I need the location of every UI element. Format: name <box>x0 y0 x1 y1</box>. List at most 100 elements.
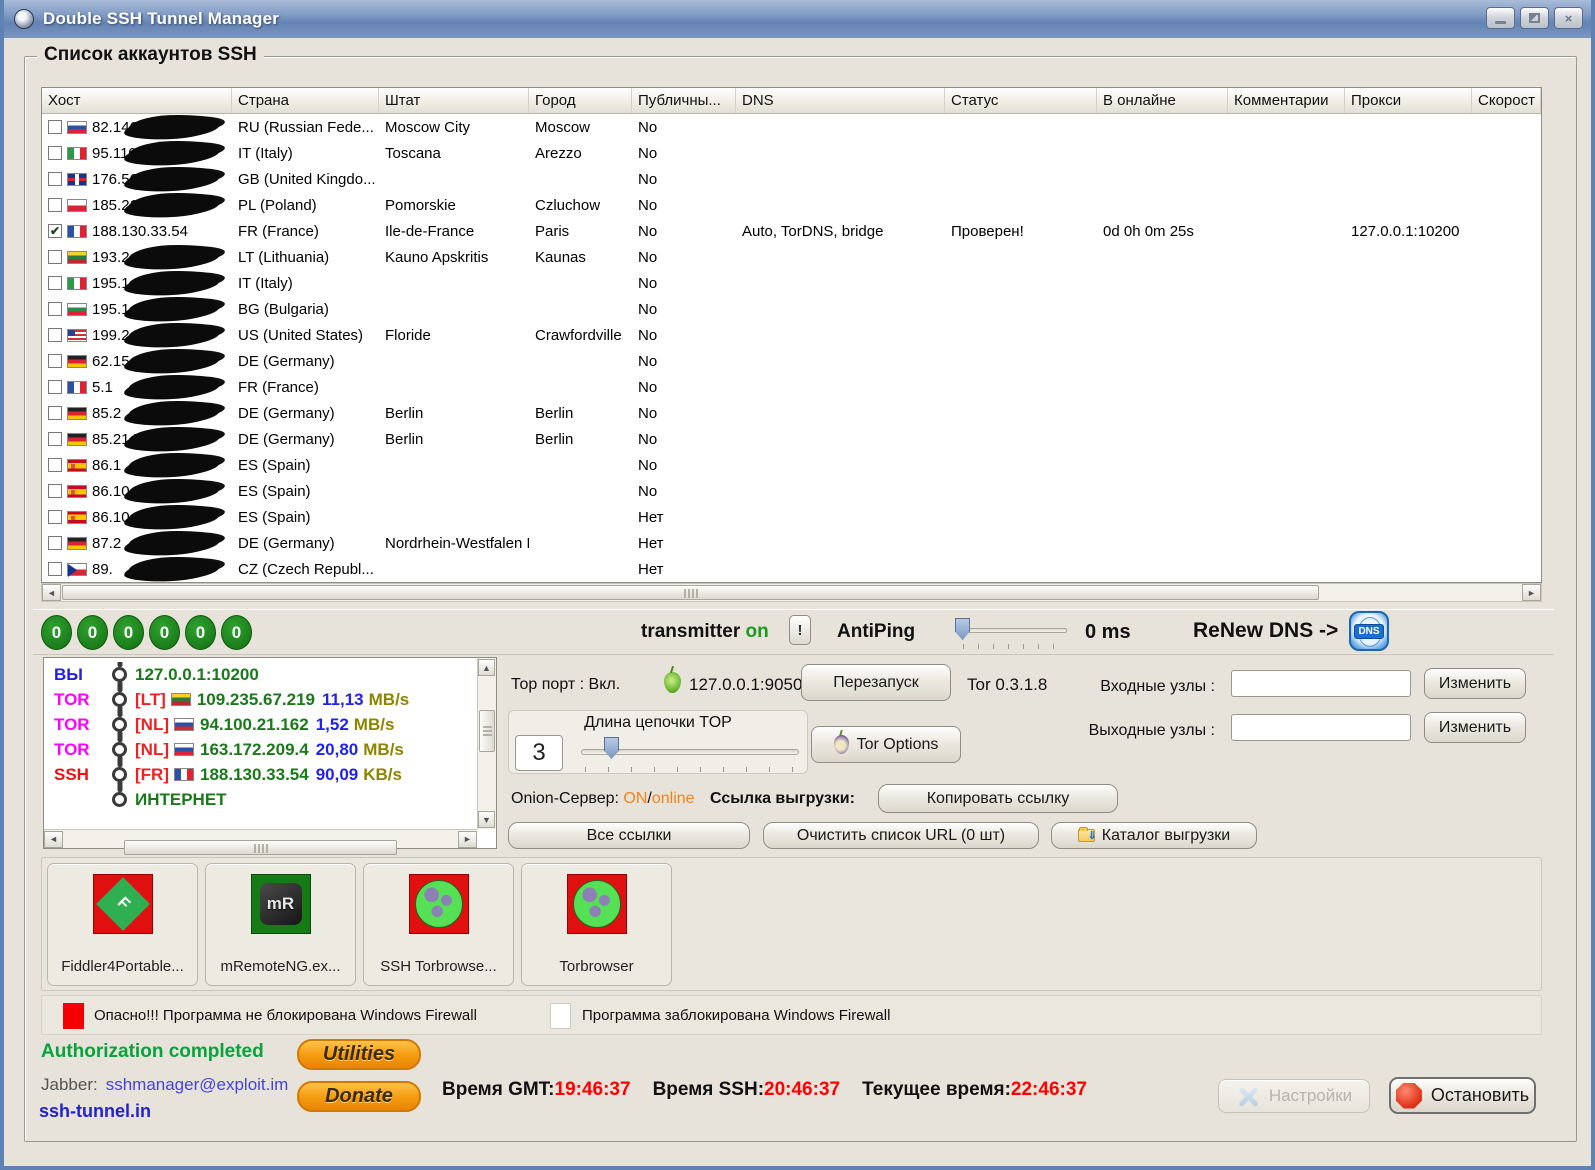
antiping-slider[interactable] <box>949 612 1069 652</box>
chain-hscroll-thumb[interactable] <box>124 840 397 855</box>
account-row[interactable]: ✔ 86.10 ES (Spain) Нет <box>42 504 1541 530</box>
column-header-state[interactable]: Штат <box>379 88 529 113</box>
cell-proxy <box>1345 452 1472 478</box>
row-checkbox[interactable]: ✔ <box>48 224 62 238</box>
row-checkbox[interactable]: ✔ <box>48 328 62 342</box>
entry-nodes-input[interactable] <box>1231 670 1411 697</box>
account-row[interactable]: ✔ 176.56 GB (United Kingdo... No <box>42 166 1541 192</box>
row-checkbox[interactable]: ✔ <box>48 146 62 160</box>
account-row[interactable]: ✔ 195.1 IT (Italy) No <box>42 270 1541 296</box>
exit-nodes-input[interactable] <box>1231 714 1411 741</box>
account-row[interactable]: ✔ 5.1 FR (France) No <box>42 374 1541 400</box>
row-checkbox[interactable]: ✔ <box>48 354 62 368</box>
account-row[interactable]: ✔ 188.130.33.54 FR (France) Ile-de-Franc… <box>42 218 1541 244</box>
row-checkbox[interactable]: ✔ <box>48 120 62 134</box>
column-header-speed[interactable]: Скорост <box>1472 88 1541 113</box>
cell-online <box>1097 426 1228 452</box>
row-checkbox[interactable]: ✔ <box>48 510 62 524</box>
account-row[interactable]: ✔ 86.10 ES (Spain) No <box>42 478 1541 504</box>
row-checkbox[interactable]: ✔ <box>48 536 62 550</box>
jabber-address-link[interactable]: sshmanager@exploit.im <box>106 1075 289 1094</box>
scroll-left-arrow[interactable]: ◄ <box>42 584 61 601</box>
app-tile[interactable]: Fiddler4Portable... <box>47 863 198 986</box>
account-row[interactable]: ✔ 193.2 LT (Lithuania) Kauno Apskritis K… <box>42 244 1541 270</box>
column-header-public[interactable]: Публичны... <box>632 88 736 113</box>
chain-vscroll-thumb[interactable] <box>479 710 495 752</box>
row-checkbox[interactable]: ✔ <box>48 276 62 290</box>
cell-country: RU (Russian Fede... <box>232 114 379 140</box>
row-checkbox[interactable]: ✔ <box>48 458 62 472</box>
row-checkbox[interactable]: ✔ <box>48 198 62 212</box>
column-header-proxy[interactable]: Прокси <box>1345 88 1472 113</box>
account-row[interactable]: ✔ 87.2 DE (Germany) Nordrhein-Westfalen … <box>42 530 1541 556</box>
column-header-dns[interactable]: DNS <box>736 88 945 113</box>
close-button[interactable]: × <box>1554 7 1583 29</box>
cell-online <box>1097 322 1228 348</box>
row-checkbox[interactable]: ✔ <box>48 406 62 420</box>
account-row[interactable]: ✔ 185.21 PL (Poland) Pomorskie Czluchow … <box>42 192 1541 218</box>
row-checkbox[interactable]: ✔ <box>48 562 62 576</box>
chain-scroll-down-arrow[interactable]: ▼ <box>478 811 495 828</box>
account-row[interactable]: ✔ 86.1 ES (Spain) No <box>42 452 1541 478</box>
account-row[interactable]: ✔ 85.214 DE (Germany) Berlin Berlin No <box>42 426 1541 452</box>
cell-country: PL (Poland) <box>232 192 379 218</box>
column-header-comments[interactable]: Комментарии <box>1228 88 1345 113</box>
antiping-slider-track[interactable] <box>963 628 1067 633</box>
column-header-country[interactable]: Страна <box>232 88 379 113</box>
chain-vertical-scrollbar[interactable]: ▲ ▼ <box>477 658 496 829</box>
cell-proxy <box>1345 192 1472 218</box>
account-row[interactable]: ✔ 82.146 RU (Russian Fede... Moscow City… <box>42 114 1541 140</box>
donate-button[interactable]: Donate <box>297 1081 421 1112</box>
table-body: ✔ 82.146 RU (Russian Fede... Moscow City… <box>42 114 1541 582</box>
account-row[interactable]: ✔ 199.2 US (United States) Floride Crawf… <box>42 322 1541 348</box>
cell-state: Pomorskie <box>379 192 529 218</box>
chain-link-icon <box>112 792 127 807</box>
row-checkbox[interactable]: ✔ <box>48 172 62 186</box>
row-checkbox[interactable]: ✔ <box>48 250 62 264</box>
cell-status <box>945 244 1097 270</box>
settings-button[interactable]: Настройки <box>1218 1079 1370 1113</box>
chain-length-slider-thumb[interactable] <box>604 737 619 759</box>
scroll-thumb[interactable] <box>62 585 1319 600</box>
row-checkbox[interactable]: ✔ <box>48 484 62 498</box>
app-tile[interactable]: mRemoteNG.ex... <box>205 863 356 986</box>
transmitter-alert-button[interactable]: ! <box>789 615 811 645</box>
minimize-button[interactable] <box>1486 7 1515 29</box>
column-header-online[interactable]: В онлайне <box>1097 88 1228 113</box>
copy-link-button[interactable]: Копировать ссылку <box>878 784 1118 813</box>
antiping-slider-thumb[interactable] <box>955 618 970 640</box>
maximize-button[interactable] <box>1520 7 1549 29</box>
account-row[interactable]: ✔ 89. CZ (Czech Republ... Нет <box>42 556 1541 582</box>
table-horizontal-scrollbar[interactable]: ◄ ► <box>41 583 1542 602</box>
clear-url-list-button[interactable]: Очистить список URL (0 шт) <box>763 822 1039 849</box>
restart-tor-button[interactable]: Перезапуск <box>801 664 951 701</box>
tor-options-button[interactable]: Tor Options <box>811 726 961 763</box>
download-directory-button[interactable]: Каталог выгрузки <box>1051 822 1257 849</box>
row-checkbox[interactable]: ✔ <box>48 302 62 316</box>
chain-scroll-left-arrow[interactable]: ◄ <box>44 831 63 848</box>
scroll-right-arrow[interactable]: ► <box>1522 584 1541 601</box>
column-header-host[interactable]: Хост <box>42 88 232 113</box>
chain-length-value[interactable]: 3 <box>515 735 563 771</box>
chain-scroll-right-arrow[interactable]: ► <box>458 831 477 848</box>
change-exit-nodes-button[interactable]: Изменить <box>1424 712 1526 743</box>
all-links-button[interactable]: Все ссылки <box>508 822 750 849</box>
column-header-status[interactable]: Статус <box>945 88 1097 113</box>
cell-speed <box>1472 270 1541 296</box>
account-row[interactable]: ✔ 195.1 BG (Bulgaria) No <box>42 296 1541 322</box>
account-row[interactable]: ✔ 85.2 DE (Germany) Berlin Berlin No <box>42 400 1541 426</box>
chain-scroll-up-arrow[interactable]: ▲ <box>478 659 495 676</box>
app-tile[interactable]: SSH Torbrowse... <box>363 863 514 986</box>
row-checkbox[interactable]: ✔ <box>48 432 62 446</box>
renew-dns-button[interactable]: DNS <box>1349 611 1389 651</box>
change-entry-nodes-button[interactable]: Изменить <box>1424 668 1526 699</box>
utilities-button[interactable]: Utilities <box>297 1039 421 1070</box>
column-header-city[interactable]: Город <box>529 88 632 113</box>
app-tile[interactable]: Torbrowser <box>521 863 672 986</box>
account-row[interactable]: ✔ 62.15 DE (Germany) No <box>42 348 1541 374</box>
row-checkbox[interactable]: ✔ <box>48 380 62 394</box>
stop-button[interactable]: Остановить <box>1389 1077 1536 1114</box>
account-row[interactable]: ✔ 95.110.1 IT (Italy) Toscana Arezzo No <box>42 140 1541 166</box>
chain-horizontal-scrollbar[interactable]: ◄ ► <box>44 829 477 848</box>
site-link[interactable]: ssh-tunnel.in <box>39 1101 151 1122</box>
